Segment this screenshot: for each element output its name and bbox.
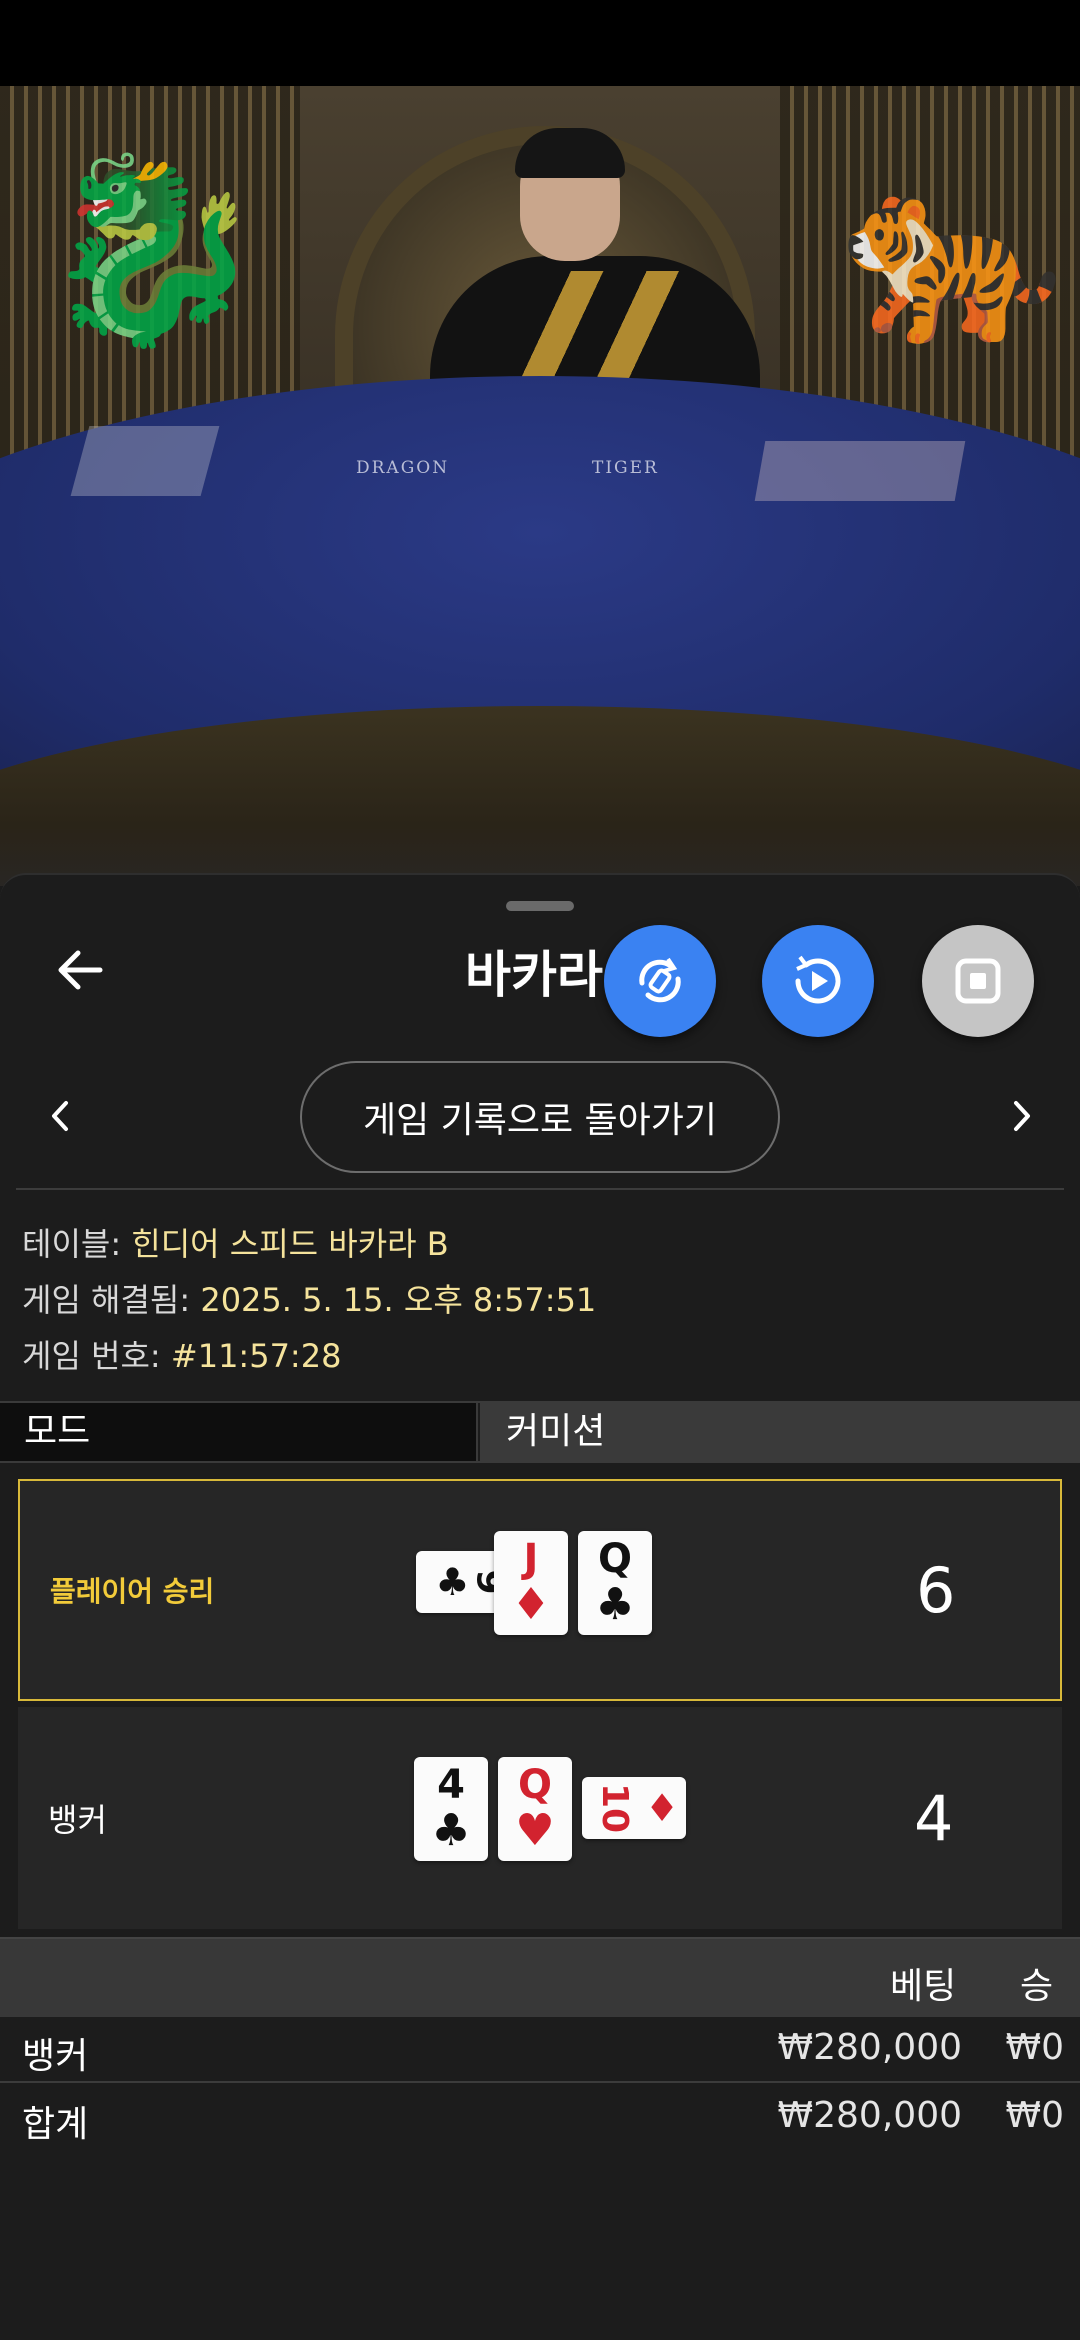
chevron-left-icon[interactable]	[36, 1091, 86, 1141]
playing-card: Q ♥	[498, 1757, 572, 1861]
card-rank: Q	[597, 1536, 632, 1582]
card-rank: 10	[593, 1782, 635, 1834]
banker-result-label: 뱅커	[48, 1801, 107, 1839]
history-nav-row: 게임 기록으로 돌아가기	[0, 1061, 1080, 1175]
status-bar	[0, 0, 1080, 86]
live-video[interactable]: 🐉 🐅 DRAGON TIGER	[0, 86, 1080, 886]
replay-icon	[795, 955, 841, 1004]
card-suit: ♦	[511, 1579, 551, 1630]
bets-table-header: 베팅 승	[0, 1937, 1080, 2017]
table-rim	[0, 706, 1080, 886]
game-number-value: #11:57:28	[170, 1337, 342, 1375]
win-amount: ₩0	[1005, 2027, 1065, 2068]
game-number-info: 게임 번호: #11:57:28	[22, 1331, 341, 1377]
table-value: 힌디어 스피드 바카라 B	[131, 1225, 449, 1263]
divider	[16, 1188, 1064, 1190]
bet-column-header: 베팅	[890, 1966, 957, 2007]
bet-name: 뱅커	[22, 2036, 89, 2077]
banker-result-row: 뱅커 4 ♣ Q ♥ 10 ♦ 4	[18, 1707, 1062, 1929]
card-suit: ♥	[515, 1805, 555, 1856]
total-name: 합계	[22, 2104, 89, 2145]
total-amount: ₩280,000	[777, 2095, 962, 2136]
back-to-history-button[interactable]: 게임 기록으로 돌아가기	[300, 1061, 780, 1173]
win-column-header: 승	[1020, 1966, 1054, 2007]
bet-amount: ₩280,000	[777, 2027, 962, 2068]
card-suit: ♦	[645, 1786, 680, 1830]
table-label-dragon: DRAGON	[356, 458, 450, 478]
card-shoe-right	[754, 441, 966, 501]
back-arrow-icon[interactable]	[52, 941, 110, 999]
table-row: 뱅커 ₩280,000 ₩0	[0, 2017, 1080, 2083]
table-row: 합계 ₩280,000 ₩0	[0, 2085, 1080, 2151]
tab-commission[interactable]: 커미션	[480, 1403, 1080, 1461]
page-title: 바카라	[465, 946, 603, 1004]
replay-button[interactable]	[762, 925, 874, 1037]
dragon-icon: 🐉	[40, 146, 265, 355]
player-result-label: 플레이어 승리	[50, 1575, 215, 1608]
game-number-label: 게임 번호:	[22, 1337, 171, 1375]
resolved-value: 2025. 5. 15. 오후 8:57:51	[200, 1281, 597, 1319]
rotate-view-icon	[639, 957, 681, 1003]
tiger-icon: 🐅	[840, 146, 1065, 355]
banker-score: 4	[914, 1781, 954, 1855]
resolved-label: 게임 해결됨:	[22, 1281, 201, 1319]
card-rank: Q	[517, 1762, 552, 1808]
playing-card: J ♦	[494, 1531, 568, 1635]
stop-button[interactable]	[922, 925, 1034, 1037]
playing-card: 4 ♣	[414, 1757, 488, 1861]
playing-card: Q ♣	[578, 1531, 652, 1635]
tab-mode[interactable]: 모드	[0, 1403, 478, 1461]
playing-card: 10 ♦	[582, 1777, 686, 1839]
table-label-tiger: TIGER	[592, 458, 659, 478]
table-label: 테이블:	[22, 1225, 132, 1263]
card-rank: 4	[437, 1762, 465, 1808]
table-info: 테이블: 힌디어 스피드 바카라 B	[22, 1219, 449, 1265]
resolved-info: 게임 해결됨: 2025. 5. 15. 오후 8:57:51	[22, 1275, 596, 1321]
card-rank: J	[523, 1536, 539, 1582]
rotate-view-button[interactable]	[604, 925, 716, 1037]
player-score: 6	[916, 1553, 956, 1627]
card-suit: ♣	[431, 1805, 471, 1856]
total-win: ₩0	[1005, 2095, 1065, 2136]
card-shoe-left	[70, 426, 220, 496]
chevron-right-icon[interactable]	[996, 1091, 1046, 1141]
mode-tabs: 모드 커미션	[0, 1401, 1080, 1463]
card-suit: ♣	[595, 1579, 635, 1630]
game-history-sheet: 바카라 게임 기록으로 돌아가기 테이블: 힌디어 스피드 바카라 B 게임 해…	[0, 873, 1080, 2340]
player-result-row: 플레이어 승리 ♣ 9 J ♦ Q ♣ 6	[18, 1479, 1062, 1701]
card-suit: ♣	[435, 1560, 470, 1604]
sheet-drag-handle[interactable]	[506, 901, 574, 911]
stop-icon	[955, 958, 1001, 1004]
